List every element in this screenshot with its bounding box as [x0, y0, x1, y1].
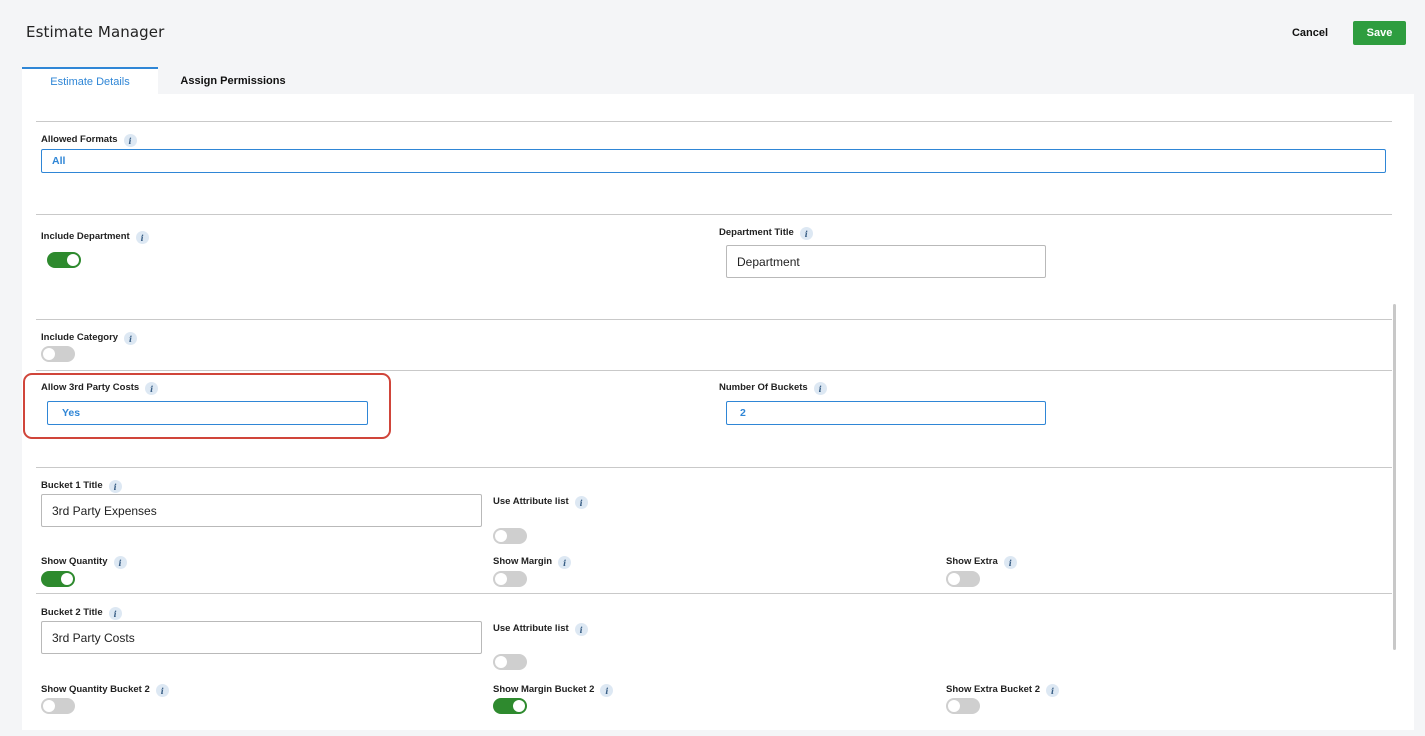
vertical-scrollbar[interactable]	[1393, 304, 1396, 650]
tab-bar: Estimate Details Assign Permissions	[22, 67, 308, 94]
divider	[36, 370, 1392, 371]
info-icon[interactable]: i	[600, 684, 614, 697]
divider	[36, 214, 1392, 215]
info-icon[interactable]: i	[113, 556, 127, 569]
include-department-toggle[interactable]	[47, 252, 81, 268]
show-extra-label: Show Extra i	[946, 553, 1017, 569]
bucket-1-use-attribute-list-label: Use Attribute list i	[493, 493, 588, 509]
tab-estimate-details[interactable]: Estimate Details	[22, 67, 158, 94]
save-button[interactable]: Save	[1353, 21, 1406, 45]
info-icon[interactable]: i	[123, 134, 137, 147]
bucket-1-title-label: Bucket 1 Title i	[41, 477, 122, 493]
department-title-input[interactable]: Department	[726, 245, 1046, 278]
divider	[36, 319, 1392, 320]
show-extra-bucket-2-toggle[interactable]	[946, 698, 980, 714]
info-icon[interactable]: i	[124, 332, 138, 345]
number-of-buckets-select[interactable]: 2	[726, 401, 1046, 425]
divider	[36, 593, 1392, 594]
include-department-label: Include Department i	[41, 228, 149, 244]
estimate-details-panel: Allowed Formats i All Include Department…	[22, 94, 1414, 730]
bucket-1-title-input[interactable]: 3rd Party Expenses	[41, 494, 482, 527]
number-of-buckets-label: Number Of Buckets i	[719, 379, 827, 395]
info-icon[interactable]: i	[108, 607, 122, 620]
tab-assign-permissions[interactable]: Assign Permissions	[158, 67, 308, 94]
include-category-toggle[interactable]	[41, 346, 75, 362]
info-icon[interactable]: i	[108, 480, 122, 493]
info-icon[interactable]: i	[155, 684, 169, 697]
show-extra-toggle[interactable]	[946, 571, 980, 587]
show-extra-bucket-2-label: Show Extra Bucket 2 i	[946, 681, 1059, 697]
info-icon[interactable]: i	[574, 496, 588, 509]
bucket-1-use-attribute-list-toggle[interactable]	[493, 528, 527, 544]
info-icon[interactable]: i	[574, 623, 588, 636]
bucket-2-use-attribute-list-toggle[interactable]	[493, 654, 527, 670]
info-icon[interactable]: i	[1045, 684, 1059, 697]
top-bar: Estimate Manager Cancel Save	[0, 0, 1425, 66]
info-icon[interactable]: i	[135, 231, 149, 244]
allowed-formats-select[interactable]: All	[41, 149, 1386, 173]
allow-3rd-party-costs-label: Allow 3rd Party Costs i	[41, 379, 159, 395]
show-margin-label: Show Margin i	[493, 553, 572, 569]
divider	[36, 121, 1392, 122]
include-category-label: Include Category i	[41, 329, 138, 345]
bucket-2-title-label: Bucket 2 Title i	[41, 604, 122, 620]
divider	[36, 467, 1392, 468]
info-icon[interactable]: i	[799, 227, 813, 240]
info-icon[interactable]: i	[813, 382, 827, 395]
allow-3rd-party-costs-select[interactable]: Yes	[47, 401, 368, 425]
allowed-formats-label: Allowed Formats i	[41, 131, 137, 147]
show-margin-bucket-2-label: Show Margin Bucket 2 i	[493, 681, 614, 697]
page-title: Estimate Manager	[26, 23, 165, 41]
bucket-2-title-input[interactable]: 3rd Party Costs	[41, 621, 482, 654]
show-margin-bucket-2-toggle[interactable]	[493, 698, 527, 714]
department-title-label: Department Title i	[719, 224, 813, 240]
bucket-2-use-attribute-list-label: Use Attribute list i	[493, 620, 588, 636]
show-margin-toggle[interactable]	[493, 571, 527, 587]
show-quantity-label: Show Quantity i	[41, 553, 127, 569]
show-quantity-bucket-2-toggle[interactable]	[41, 698, 75, 714]
info-icon[interactable]: i	[1003, 556, 1017, 569]
show-quantity-toggle[interactable]	[41, 571, 75, 587]
info-icon[interactable]: i	[558, 556, 572, 569]
cancel-button[interactable]: Cancel	[1280, 21, 1340, 45]
info-icon[interactable]: i	[145, 382, 159, 395]
show-quantity-bucket-2-label: Show Quantity Bucket 2 i	[41, 681, 169, 697]
